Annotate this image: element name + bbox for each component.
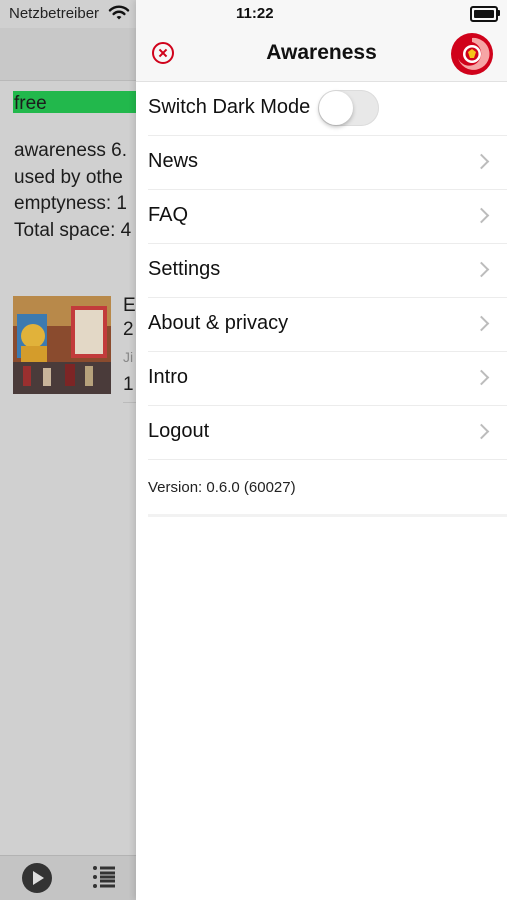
chevron-right-icon [473, 423, 490, 440]
chevron-right-icon [473, 315, 490, 332]
battery-tip [498, 10, 500, 16]
item-subtitle: Ji [123, 349, 134, 365]
menu-item-about-privacy[interactable]: About & privacy [148, 298, 507, 352]
dark-mode-toggle[interactable] [318, 90, 379, 126]
chevron-right-icon [473, 369, 490, 386]
item-title: E 2 [123, 294, 136, 342]
app-logo-icon [451, 33, 493, 75]
toggle-knob [319, 91, 353, 125]
drawer-menu: Switch Dark Mode News FAQ Settings About… [148, 82, 507, 517]
chevron-right-icon [473, 261, 490, 278]
dark-mode-row: Switch Dark Mode [148, 82, 507, 136]
status-bar-right: 11:22 [136, 0, 507, 28]
version-row: Version: 0.6.0 (60027) [148, 460, 507, 517]
version-label: Version: 0.6.0 (60027) [148, 479, 296, 496]
menu-item-label: About & privacy [148, 312, 289, 334]
item-title-line2: 2 [123, 319, 134, 340]
status-time: 11:22 [236, 5, 274, 22]
battery-level [474, 10, 494, 18]
menu-item-faq[interactable]: FAQ [148, 190, 507, 244]
menu-item-intro[interactable]: Intro [148, 352, 507, 406]
battery-icon [470, 6, 498, 22]
item-title-line1: E [123, 295, 136, 316]
storage-line-total: Total space: 4 [14, 219, 132, 241]
menu-item-settings[interactable]: Settings [148, 244, 507, 298]
side-drawer: 11:22 Awareness Switch Dark Mode News FA… [136, 0, 507, 900]
dark-mode-label: Switch Dark Mode [148, 96, 311, 118]
chevron-right-icon [473, 153, 490, 170]
menu-item-label: News [148, 150, 199, 172]
item-number: 1 [123, 374, 134, 395]
item-thumbnail [13, 296, 111, 394]
menu-item-label: Intro [148, 366, 189, 388]
carrier-label: Netzbetreiber [9, 5, 100, 22]
free-label: free [14, 93, 47, 114]
menu-item-label: Logout [148, 420, 210, 442]
wifi-icon [108, 5, 130, 20]
screen: Netzbetreiber free awareness 6. used by … [0, 0, 507, 900]
menu-item-news[interactable]: News [148, 136, 507, 190]
storage-line-awareness: awareness 6. [14, 140, 128, 161]
storage-line-others: used by othe [14, 166, 123, 188]
storage-line-emptyness: emptyness: 1 [14, 193, 127, 214]
list-icon[interactable] [92, 864, 116, 890]
play-icon[interactable] [22, 863, 52, 893]
menu-item-label: Settings [148, 258, 221, 280]
storage-info: awareness 6. used by othe emptyness: 1 T… [14, 138, 131, 244]
menu-item-label: FAQ [148, 204, 189, 226]
menu-item-logout[interactable]: Logout [148, 406, 507, 460]
chevron-right-icon [473, 207, 490, 224]
drawer-header: Awareness [136, 28, 507, 82]
